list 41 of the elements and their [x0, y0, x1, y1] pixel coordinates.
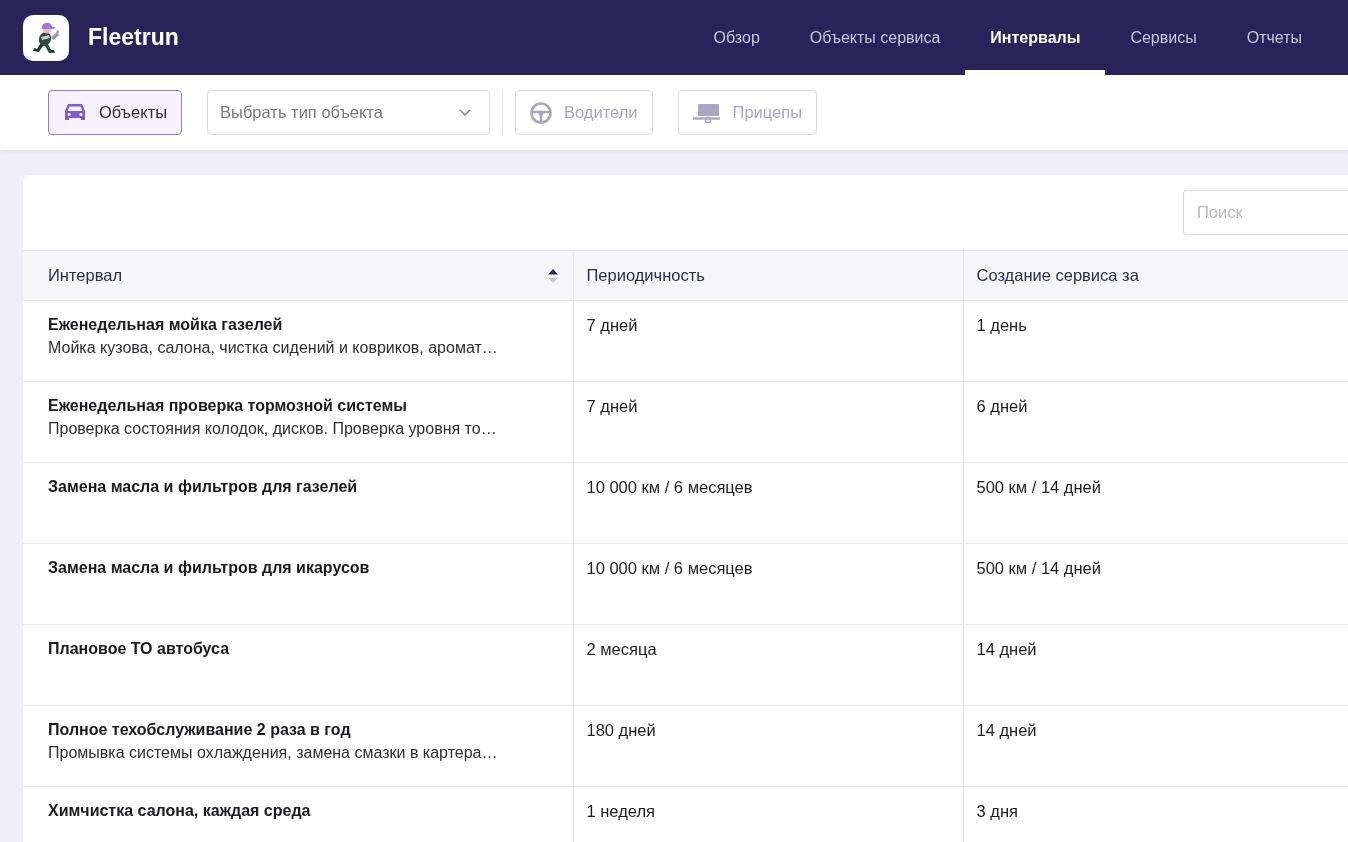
- column-header: Интервал: [48, 266, 123, 285]
- period-value: 2 месяца: [586, 640, 657, 658]
- column-header: Периодичность: [586, 266, 705, 285]
- period-value: 7 дней: [586, 397, 638, 415]
- interval-title[interactable]: Замена масла и фильтров для газелей: [48, 476, 560, 498]
- chevron-down-icon: [459, 109, 472, 116]
- trailer-icon: [692, 102, 721, 123]
- interval-title[interactable]: Замена масла и фильтров для икарусов: [48, 557, 560, 579]
- period-value: 1 неделя: [586, 802, 655, 820]
- lead-time-value: 14 дней: [976, 640, 1037, 658]
- object-type-select[interactable]: Выбрать тип объекта: [207, 90, 491, 135]
- interval-title[interactable]: Плановое ТО автобуса: [48, 638, 560, 660]
- period-value: 10 000 км / 6 месяцев: [586, 559, 753, 577]
- nav-tab[interactable]: Отчеты: [1221, 0, 1327, 75]
- interval-title[interactable]: Еженедельная мойка газелей: [48, 314, 560, 336]
- period-value: 180 дней: [586, 721, 656, 739]
- interval-description: Проверка состояния колодок, дисков. Проверка уровня то…: [48, 419, 498, 439]
- logo-icon[interactable]: [23, 14, 69, 61]
- filter-button[interactable]: Объекты: [48, 90, 183, 135]
- period-value: 7 дней: [586, 316, 638, 334]
- nav-tab[interactable]: Объекты сервиса: [784, 0, 966, 75]
- search-field[interactable]: Поиск: [1183, 190, 1348, 235]
- car-icon: [63, 103, 87, 122]
- interval-title[interactable]: Еженедельная проверка тормозной системы: [48, 395, 560, 417]
- lead-time-value: 3 дня: [976, 802, 1018, 820]
- column-header: Создание сервиса за: [976, 266, 1139, 285]
- interval-title[interactable]: Полное техобслуживание 2 раза в год: [48, 719, 560, 741]
- lead-time-value: 14 дней: [976, 721, 1037, 739]
- nav-tab[interactable]: Сервисы: [1105, 0, 1222, 75]
- lead-time-value: 1 день: [976, 316, 1027, 334]
- lead-time-value: 500 км / 14 дней: [976, 559, 1101, 577]
- period-value: 10 000 км / 6 месяцев: [586, 478, 753, 496]
- lead-time-value: 6 дней: [976, 397, 1028, 415]
- lead-time-value: 500 км / 14 дней: [976, 478, 1101, 496]
- interval-description: Промывка системы охлаждения, замена смазки в картера…: [48, 743, 499, 763]
- nav-tab[interactable]: Обзор: [688, 0, 785, 75]
- interval-description: Мойка кузова, салона, чистка сидений и ковриков, аромат…: [48, 338, 499, 358]
- sort-icon[interactable]: [547, 267, 558, 284]
- interval-title[interactable]: Химчистка салона, каждая среда: [48, 800, 560, 822]
- steering-wheel-icon: [530, 101, 553, 124]
- app-name: Fleetrun: [88, 24, 179, 51]
